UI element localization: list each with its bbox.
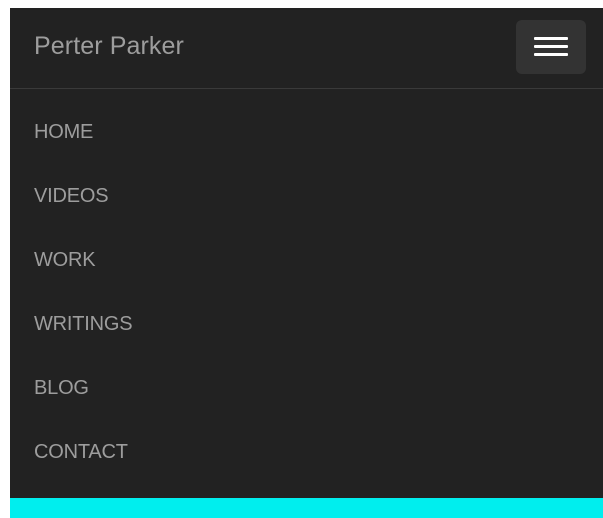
hamburger-menu-icon [534,37,568,40]
nav-link-videos[interactable]: VIDEOS [34,184,109,208]
nav-link-home[interactable]: HOME [34,120,93,144]
nav-item-writings[interactable]: WRITINGS [10,292,603,356]
brand-link[interactable]: Perter Parker [34,31,184,61]
nav-link-blog[interactable]: BLOG [34,376,89,400]
navbar: Perter Parker HOME VIDEOS WORK WRITINGS … [10,8,603,518]
nav-item-contact[interactable]: CONTACT [10,420,603,484]
accent-strip [10,498,603,518]
nav-item-home[interactable]: HOME [10,100,603,164]
nav-menu: HOME VIDEOS WORK WRITINGS BLOG CONTACT [10,89,603,484]
nav-link-contact[interactable]: CONTACT [34,440,128,464]
hamburger-menu-icon-bar [534,53,568,56]
navbar-header: Perter Parker [10,8,603,89]
nav-link-work[interactable]: WORK [34,248,96,272]
hamburger-menu-icon-bar [534,45,568,48]
nav-link-writings[interactable]: WRITINGS [34,312,133,336]
nav-item-blog[interactable]: BLOG [10,356,603,420]
nav-item-work[interactable]: WORK [10,228,603,292]
menu-toggle-button[interactable] [516,20,586,74]
nav-item-videos[interactable]: VIDEOS [10,164,603,228]
